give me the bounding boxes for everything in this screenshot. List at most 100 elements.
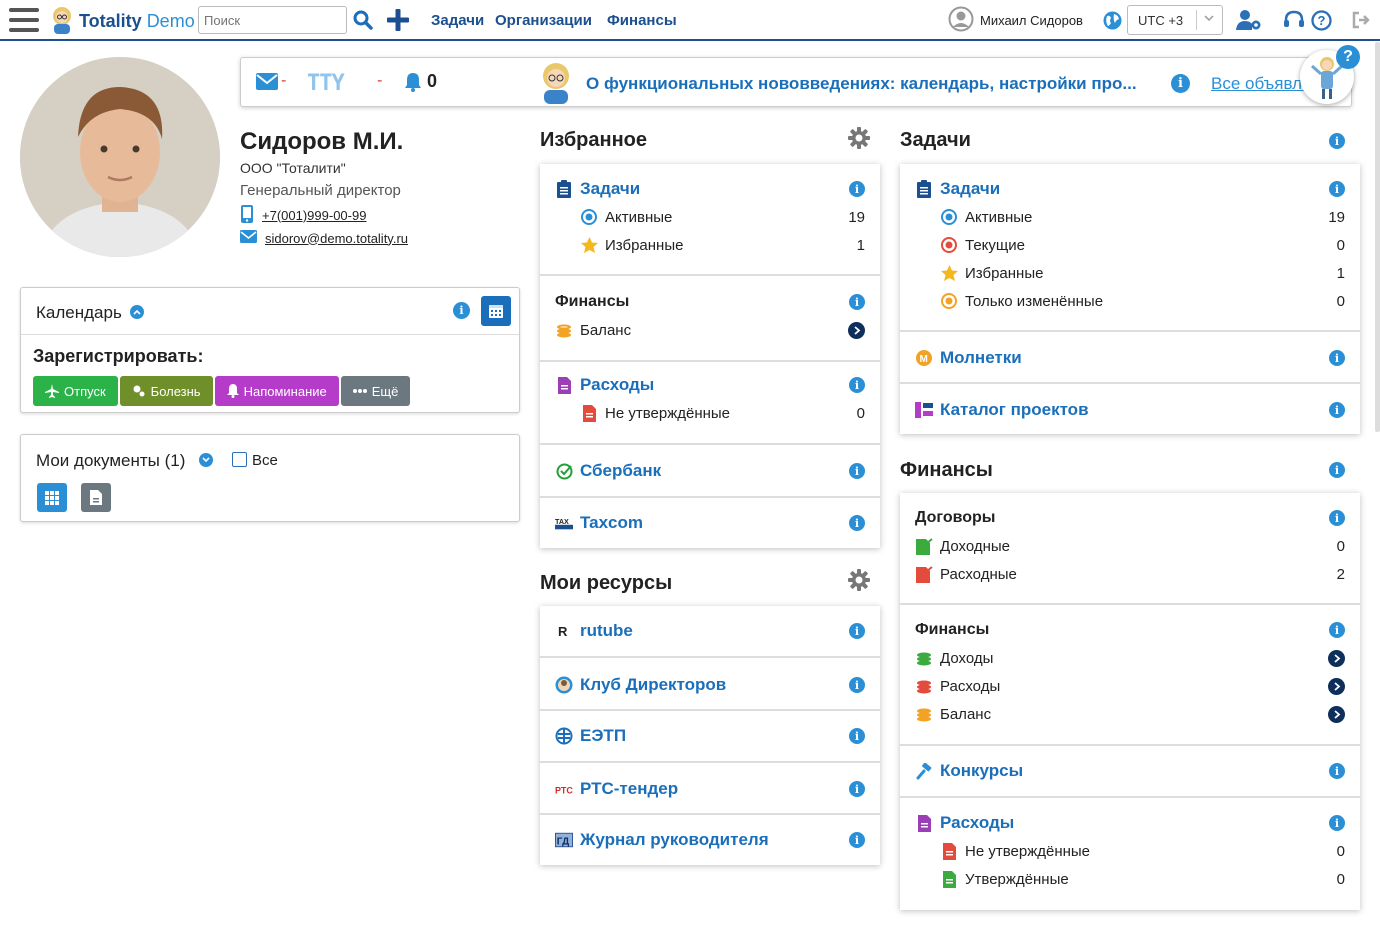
eetp-link[interactable]: ЕЭТП bbox=[580, 726, 626, 746]
all-checkbox[interactable] bbox=[232, 452, 247, 467]
logout-icon[interactable] bbox=[1350, 9, 1372, 31]
more-button[interactable]: Ещё bbox=[340, 376, 411, 406]
info-icon[interactable]: i bbox=[1329, 133, 1345, 149]
announcement-link[interactable]: О функциональных нововведениях: календар… bbox=[586, 74, 1137, 94]
chevron-right-icon[interactable] bbox=[848, 321, 865, 339]
info-icon[interactable]: i bbox=[849, 623, 865, 639]
chevron-right-icon[interactable] bbox=[1328, 677, 1345, 695]
fav-tasks-link[interactable]: Задачи bbox=[580, 179, 640, 199]
fav-expenses-unapproved[interactable]: Не утверждённые 0 bbox=[555, 399, 865, 427]
user-settings-icon[interactable] bbox=[1236, 9, 1262, 31]
fin-expenses-link[interactable]: Расходы bbox=[940, 813, 1014, 833]
timezone-value: UTC +3 bbox=[1138, 13, 1184, 28]
profile-phone[interactable]: +7(001)999-00-99 bbox=[240, 205, 366, 226]
scrollbar[interactable] bbox=[1375, 42, 1380, 432]
timezone-select[interactable]: UTC +3 bbox=[1127, 5, 1223, 35]
globe-icon[interactable] bbox=[1102, 10, 1122, 30]
resource-rts: РТС РТС-тендер i bbox=[540, 763, 880, 815]
nav-tasks[interactable]: Задачи bbox=[431, 12, 484, 29]
nav-organizations[interactable]: Организации bbox=[495, 12, 592, 29]
info-icon[interactable]: i bbox=[849, 377, 865, 393]
tasks-link[interactable]: Задачи bbox=[940, 179, 1000, 199]
finance-balance[interactable]: Баланс bbox=[915, 700, 1345, 728]
plus-icon[interactable] bbox=[385, 7, 411, 33]
fin-expenses-approved[interactable]: Утверждённые 0 bbox=[915, 865, 1345, 893]
profile-phone-text[interactable]: +7(001)999-00-99 bbox=[262, 208, 366, 223]
tasks-starred[interactable]: Избранные 1 bbox=[915, 259, 1345, 287]
headset-icon[interactable] bbox=[1283, 9, 1305, 31]
profile-email[interactable]: sidorov@demo.totality.ru bbox=[240, 230, 408, 246]
fin-expenses-unapproved[interactable]: Не утверждённые 0 bbox=[915, 837, 1345, 865]
contests-link[interactable]: Конкурсы bbox=[940, 761, 1023, 781]
molnetki-link[interactable]: Молнетки bbox=[940, 348, 1022, 368]
info-icon[interactable]: i bbox=[849, 677, 865, 693]
info-icon[interactable]: i bbox=[1329, 402, 1345, 418]
chevron-right-icon[interactable] bbox=[1328, 649, 1345, 667]
gear-icon[interactable] bbox=[848, 569, 870, 596]
brand-logo[interactable]: Totality Demo bbox=[79, 11, 195, 32]
star-icon bbox=[940, 264, 958, 282]
documents-title[interactable]: Мои документы (1) bbox=[36, 451, 185, 471]
rutube-link[interactable]: rutube bbox=[580, 621, 633, 641]
info-icon[interactable]: i bbox=[1329, 462, 1345, 478]
chevron-up-icon[interactable] bbox=[130, 305, 144, 319]
contracts-expense[interactable]: Расходные 2 bbox=[915, 560, 1345, 588]
row-label: Активные bbox=[965, 208, 1033, 226]
fav-tasks-starred[interactable]: Избранные 1 bbox=[555, 231, 865, 259]
chevron-down-icon[interactable] bbox=[199, 453, 213, 467]
info-icon[interactable]: i bbox=[849, 515, 865, 531]
gear-icon[interactable] bbox=[848, 127, 870, 154]
fav-expenses-link[interactable]: Расходы bbox=[580, 375, 654, 395]
directors-club-link[interactable]: Клуб Директоров bbox=[580, 675, 726, 695]
tasks-changed[interactable]: Только изменённые 0 bbox=[915, 287, 1345, 315]
info-icon[interactable]: i bbox=[1329, 763, 1345, 779]
search-icon[interactable] bbox=[352, 9, 374, 31]
calendar-title[interactable]: Календарь bbox=[36, 303, 122, 323]
tty-logo[interactable]: TTY bbox=[307, 71, 345, 96]
info-icon[interactable]: i bbox=[1329, 350, 1345, 366]
info-icon[interactable]: i bbox=[849, 294, 865, 310]
info-icon[interactable]: i bbox=[849, 728, 865, 744]
chevron-right-icon[interactable] bbox=[1328, 705, 1345, 723]
contracts-income[interactable]: Доходные 0 bbox=[915, 532, 1345, 560]
tasks-active[interactable]: Активные 19 bbox=[915, 203, 1345, 231]
bell-icon[interactable] bbox=[404, 72, 422, 97]
profile-email-text[interactable]: sidorov@demo.totality.ru bbox=[265, 231, 408, 246]
finance-income[interactable]: Доходы bbox=[915, 644, 1345, 672]
info-icon[interactable]: i bbox=[1329, 510, 1345, 526]
assistant-help-icon[interactable]: ? bbox=[1336, 45, 1360, 69]
info-icon[interactable]: i bbox=[849, 181, 865, 197]
journal-link[interactable]: Журнал руководителя bbox=[580, 830, 769, 850]
user-menu[interactable]: Михаил Сидоров bbox=[948, 6, 1083, 34]
tasks-current[interactable]: Текущие 0 bbox=[915, 231, 1345, 259]
info-icon[interactable]: i bbox=[849, 781, 865, 797]
vacation-button[interactable]: Отпуск bbox=[33, 376, 118, 406]
fav-sber-block: Сбербанк i bbox=[540, 445, 880, 498]
help-icon[interactable]: ? bbox=[1310, 9, 1332, 31]
mail-icon[interactable] bbox=[256, 73, 278, 95]
rts-link[interactable]: РТС-тендер bbox=[580, 779, 678, 799]
calendar-icon[interactable] bbox=[481, 296, 511, 326]
logo-avatar-icon[interactable] bbox=[49, 6, 75, 34]
menu-icon[interactable] bbox=[9, 8, 39, 32]
info-icon[interactable]: i bbox=[849, 463, 865, 479]
catalog-link[interactable]: Каталог проектов bbox=[940, 400, 1089, 420]
grid-view-icon[interactable] bbox=[37, 483, 67, 512]
info-icon[interactable]: i bbox=[453, 302, 470, 319]
taxcom-link[interactable]: Taxcom bbox=[580, 513, 643, 533]
info-icon[interactable]: i bbox=[849, 832, 865, 848]
document-icon[interactable] bbox=[81, 483, 111, 512]
fav-tasks-active[interactable]: Активные 19 bbox=[555, 203, 865, 231]
info-icon[interactable]: i bbox=[1329, 622, 1345, 638]
info-icon[interactable]: i bbox=[1329, 181, 1345, 197]
info-icon[interactable]: i bbox=[1171, 74, 1190, 93]
fav-balance-row[interactable]: Баланс bbox=[555, 316, 865, 344]
sick-button[interactable]: Болезнь bbox=[119, 376, 213, 406]
finance-expense[interactable]: Расходы bbox=[915, 672, 1345, 700]
tasks-card: Задачи i Активные 19 Текущие 0 Избранные 1 Т… bbox=[900, 164, 1360, 434]
info-icon[interactable]: i bbox=[1329, 815, 1345, 831]
nav-finances[interactable]: Финансы bbox=[607, 12, 677, 29]
search-input[interactable] bbox=[198, 6, 347, 34]
sber-link[interactable]: Сбербанк bbox=[580, 461, 661, 481]
reminder-button[interactable]: Напоминание bbox=[214, 376, 339, 406]
